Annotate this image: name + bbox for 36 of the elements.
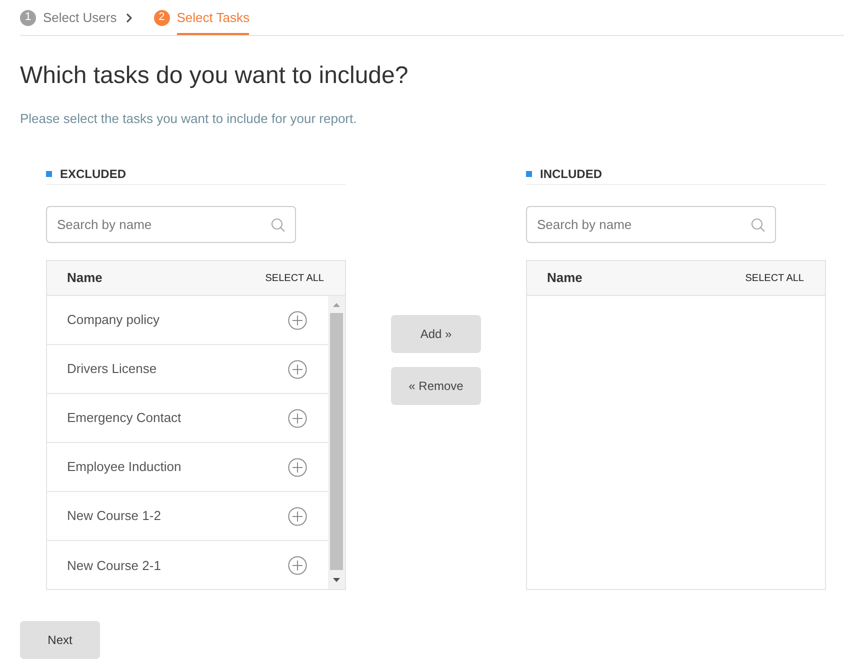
scroll-up-arrow-icon[interactable]	[333, 302, 340, 306]
list-item-label[interactable]: Company policy	[67, 310, 160, 330]
chevron-right-icon	[126, 12, 132, 22]
plus-circle-icon[interactable]	[288, 360, 307, 378]
page-title: Which tasks do you want to include?	[20, 61, 410, 91]
search-icon	[751, 218, 765, 232]
next-button[interactable]: Next	[20, 621, 100, 659]
step-number: 1	[20, 10, 36, 26]
section-marker-icon	[46, 171, 52, 177]
plus-circle-icon[interactable]	[288, 310, 307, 330]
list-item-label[interactable]: New Course 2-1	[67, 556, 161, 576]
search-field[interactable]: Search by name	[46, 206, 296, 243]
plus-circle-icon[interactable]	[288, 506, 307, 526]
transfer-button[interactable]: Add »	[391, 315, 481, 353]
plus-circle-icon[interactable]	[288, 408, 307, 428]
page-subtitle: Please select the tasks you want to include for your report.	[20, 110, 358, 128]
list-item-label[interactable]: New Course 1-2	[67, 506, 161, 526]
list-item-label[interactable]: Employee Induction	[67, 457, 182, 477]
plus-circle-icon[interactable]	[288, 458, 307, 476]
search-icon	[271, 218, 285, 232]
search-field[interactable]: Search by name	[526, 206, 776, 243]
section-heading: EXCLUDED	[60, 166, 126, 183]
list-item-label[interactable]: Drivers License	[67, 359, 157, 379]
step-label[interactable]: Select Users	[43, 0, 117, 35]
scrollbar-thumb[interactable]	[330, 313, 343, 570]
column-header: Name	[547, 269, 582, 288]
transfer-button[interactable]: « Remove	[391, 367, 481, 405]
plus-circle-icon[interactable]	[288, 556, 307, 575]
section-marker-icon	[526, 171, 532, 177]
column-header: Name	[67, 269, 102, 288]
section-heading: INCLUDED	[540, 166, 602, 183]
list-item-label[interactable]: Emergency Contact	[67, 408, 182, 428]
select-all-button[interactable]: SELECT ALL	[745, 270, 804, 286]
select-all-button[interactable]: SELECT ALL	[265, 270, 324, 286]
step-number: 2	[154, 10, 170, 26]
scroll-down-arrow-icon[interactable]	[333, 578, 340, 582]
